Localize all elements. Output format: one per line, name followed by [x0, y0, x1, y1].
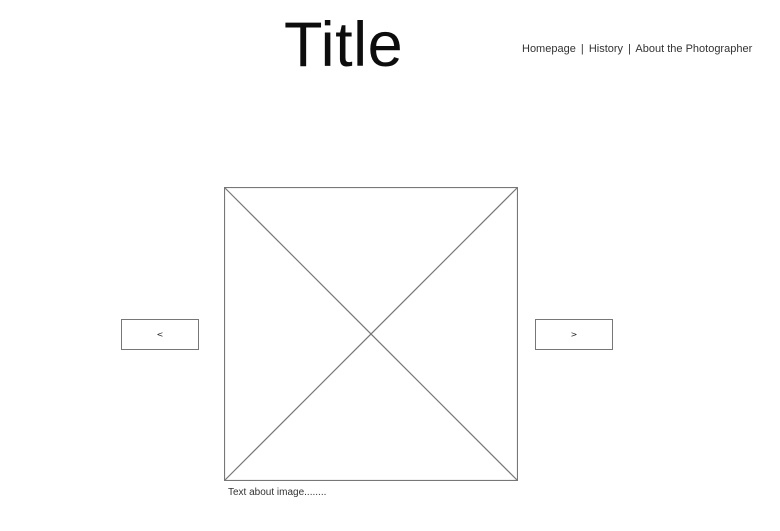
image-placeholder — [224, 187, 518, 481]
nav-link-about-photographer[interactable]: About the Photographer — [635, 43, 752, 55]
nav-separator: | — [628, 43, 631, 55]
next-image-button[interactable]: > — [535, 319, 613, 350]
nav-link-homepage[interactable]: Homepage — [522, 43, 576, 55]
page-title: Title — [284, 10, 404, 80]
top-nav: Homepage | History | About the Photograp… — [522, 42, 752, 56]
nav-link-history[interactable]: History — [589, 43, 623, 55]
image-caption: Text about image........ — [228, 487, 327, 498]
nav-separator: | — [580, 43, 584, 55]
previous-image-button[interactable]: < — [121, 319, 199, 350]
image-placeholder-icon — [224, 187, 518, 481]
